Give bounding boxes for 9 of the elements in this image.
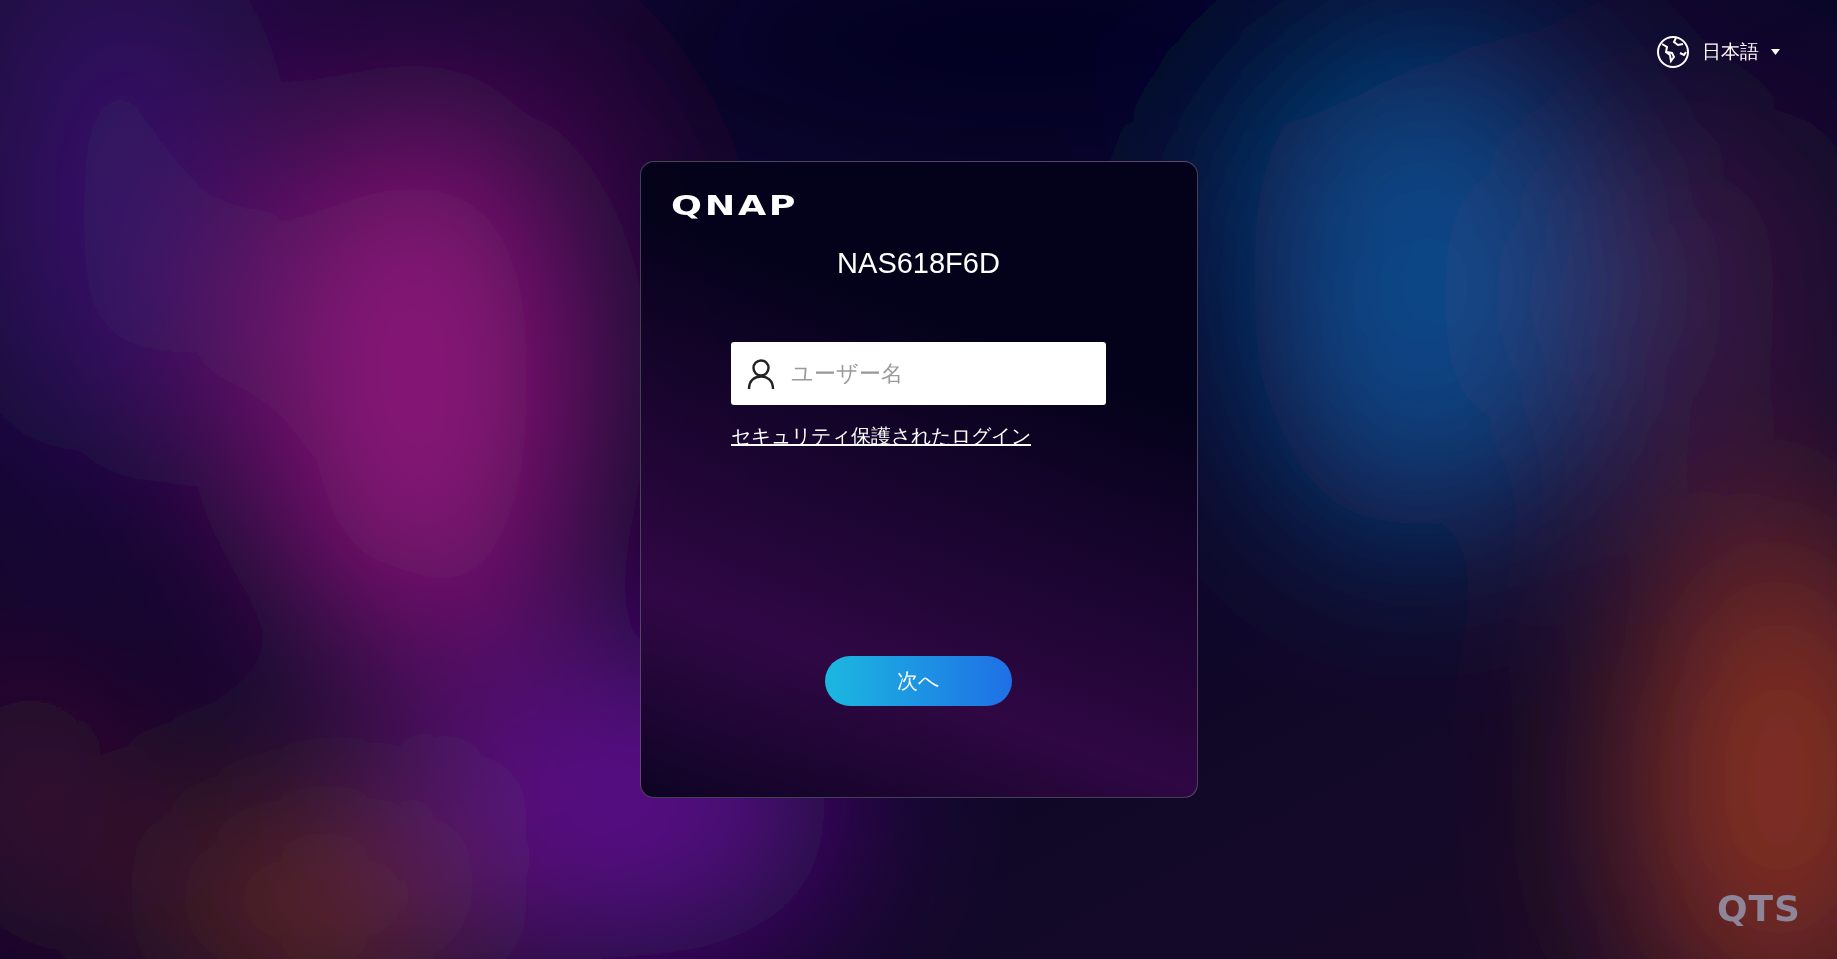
- user-icon: [747, 358, 775, 390]
- logo: QNAP: [670, 192, 798, 219]
- username-field[interactable]: ユーザー名: [731, 342, 1106, 405]
- qts-logo: QTS: [1716, 888, 1801, 929]
- language-selector[interactable]: 日本語: [1656, 33, 1780, 71]
- caret-icon: [1771, 49, 1780, 55]
- globe-icon: [1656, 35, 1690, 69]
- hostname: NAS618F6D: [837, 247, 1000, 280]
- secure-login-link[interactable]: セキュリティ保護されたログイン: [731, 423, 1031, 450]
